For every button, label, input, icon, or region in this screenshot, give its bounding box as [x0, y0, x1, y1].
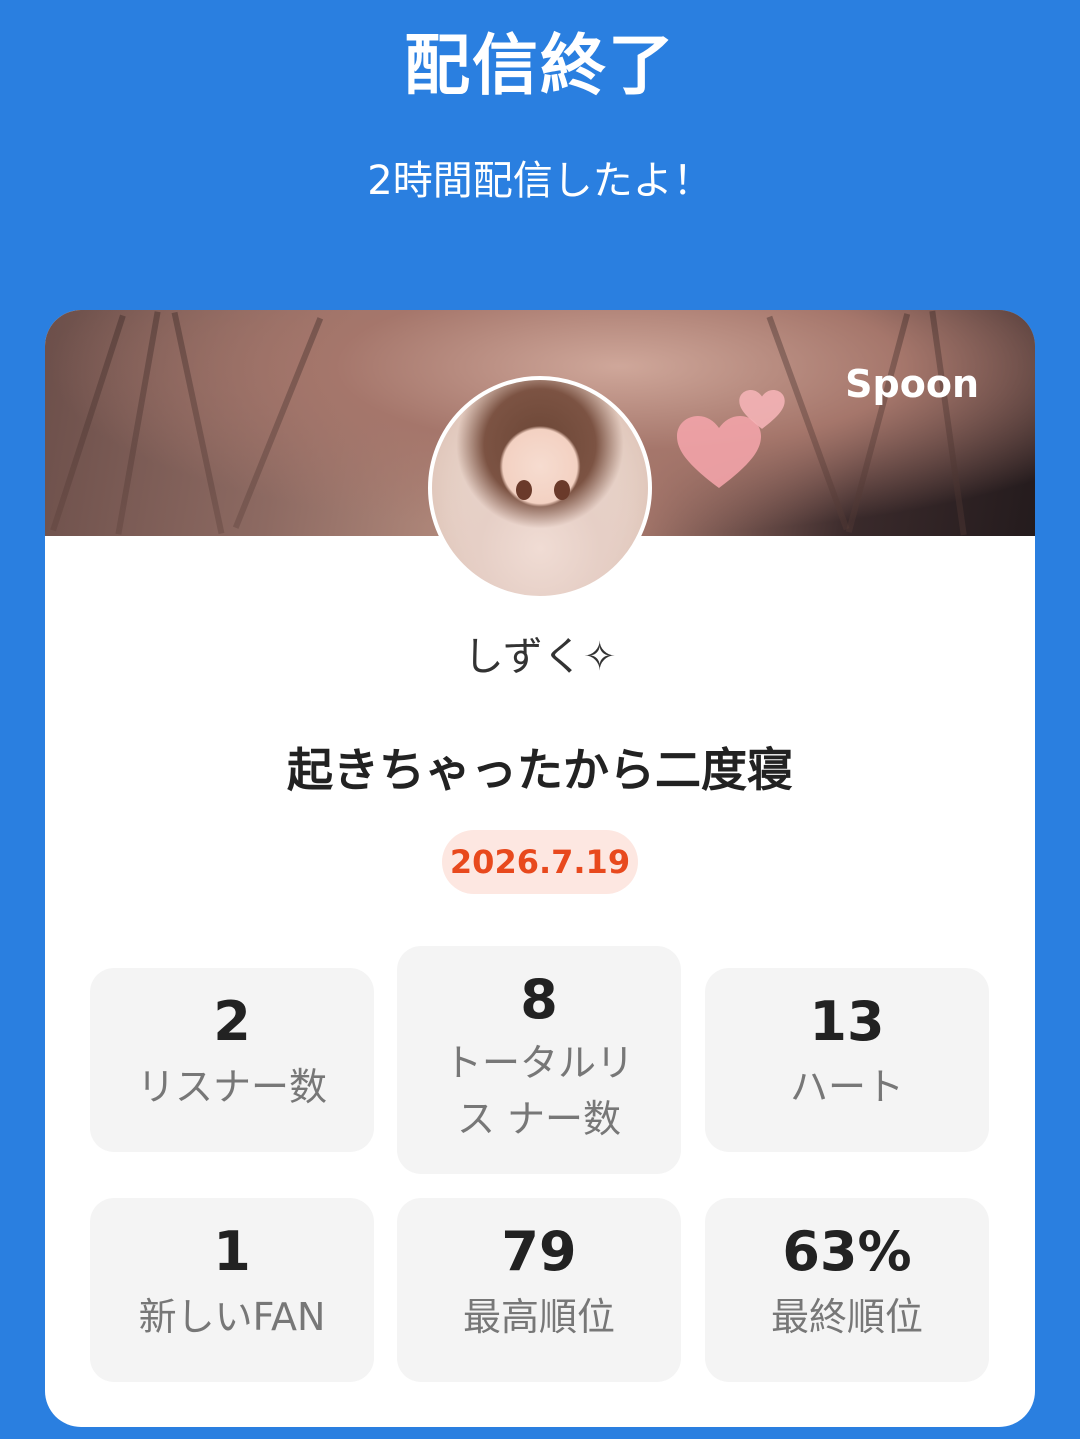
stat-label: ハート [789, 1065, 904, 1109]
stat-value: 1 [213, 1220, 251, 1283]
stat-label: 最高順位 [462, 1295, 615, 1339]
stat-value: 79 [501, 1220, 577, 1283]
username: しずく✧ [463, 634, 617, 680]
stat-value: 63% [782, 1220, 912, 1283]
avatar [428, 376, 652, 600]
stat-final-rank: 63% 最終順位 [705, 1198, 989, 1382]
stat-value: 2 [213, 990, 251, 1053]
stat-value: 13 [809, 990, 885, 1053]
stat-label: 新しいFAN [138, 1295, 326, 1339]
date-badge: 2026.7.19 [442, 830, 638, 894]
spoon-logo: Spoon [845, 362, 979, 406]
page-title: 配信終了 [404, 27, 676, 104]
stat-label: リスナー数 [136, 1065, 327, 1109]
stat-label: 最終順位 [770, 1295, 923, 1339]
stat-label: トータルリス ナー数 [443, 1041, 634, 1141]
stat-total-listeners: 8 トータルリス ナー数 [397, 946, 681, 1174]
stat-hearts: 13 ハート [705, 968, 989, 1152]
broadcast-summary-card: Spoon しずく✧ 起きちゃったから二度寝 2026.7.19 2 リスナー数… [45, 310, 1035, 1427]
stat-highest-rank: 79 最高順位 [397, 1198, 681, 1382]
broadcast-title: 起きちゃったから二度寝 [287, 743, 793, 797]
stat-new-fans: 1 新しいFAN [90, 1198, 374, 1382]
stat-listeners: 2 リスナー数 [90, 968, 374, 1152]
stat-value: 8 [520, 968, 558, 1031]
broadcast-duration-text: 2時間配信したよ！ [367, 158, 713, 204]
heart-decoration-icon [739, 390, 785, 429]
